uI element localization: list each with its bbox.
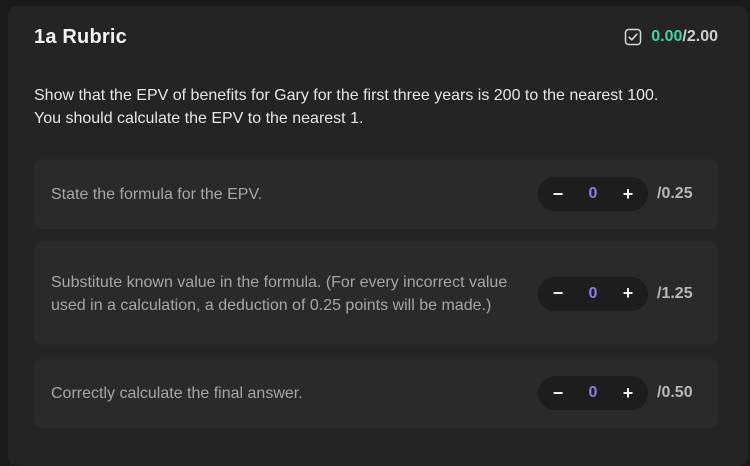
criterion-row-3: Correctly calculate the final answer. − … bbox=[34, 358, 718, 428]
description-line-2: You should calculate the EPV to the near… bbox=[34, 110, 364, 127]
rubric-header: 1a Rubric 0.00/2.00 bbox=[34, 24, 718, 50]
score-stepper: − 0 + bbox=[538, 376, 648, 410]
score-stepper: − 0 + bbox=[538, 276, 648, 311]
rubric-title: 1a Rubric bbox=[34, 25, 127, 48]
criterion-controls: − 0 + /0.25 bbox=[538, 177, 701, 211]
score-stepper: − 0 + bbox=[538, 177, 648, 211]
increment-button[interactable]: + bbox=[616, 182, 640, 206]
criterion-max: /1.25 bbox=[657, 284, 693, 302]
criterion-row-2: Substitute known value in the formula. (… bbox=[34, 242, 718, 345]
checkbox-checked-icon bbox=[624, 28, 642, 46]
decrement-button[interactable]: − bbox=[546, 182, 570, 206]
rubric-panel: 1a Rubric 0.00/2.00 Show that the EPV of… bbox=[8, 6, 748, 466]
criterion-text: State the formula for the EPV. bbox=[51, 185, 263, 203]
stepper-value[interactable]: 0 bbox=[578, 384, 608, 402]
score-earned: 0.00 bbox=[651, 28, 683, 45]
criterion-max: /0.50 bbox=[657, 384, 693, 401]
increment-button[interactable]: + bbox=[616, 282, 640, 306]
description-line-1: Show that the EPV of benefits for Gary f… bbox=[34, 87, 659, 104]
criterion-row-1: State the formula for the EPV. − 0 + /0.… bbox=[34, 159, 718, 229]
criterion-text: Correctly calculate the final answer. bbox=[51, 384, 303, 402]
criterion-controls: − 0 + /0.50 bbox=[538, 376, 701, 410]
criterion-text: Substitute known value in the formula. (… bbox=[51, 273, 508, 314]
decrement-button[interactable]: − bbox=[546, 381, 570, 405]
criterion-max: /0.25 bbox=[657, 185, 693, 202]
decrement-button[interactable]: − bbox=[546, 282, 570, 306]
rubric-description: Show that the EPV of benefits for Gary f… bbox=[34, 84, 724, 130]
score-max: /2.00 bbox=[682, 28, 718, 45]
total-score: 0.00/2.00 bbox=[624, 28, 718, 46]
criterion-controls: − 0 + /1.25 bbox=[538, 276, 701, 311]
stepper-value[interactable]: 0 bbox=[578, 285, 608, 303]
increment-button[interactable]: + bbox=[616, 381, 640, 405]
stepper-value[interactable]: 0 bbox=[578, 185, 608, 203]
